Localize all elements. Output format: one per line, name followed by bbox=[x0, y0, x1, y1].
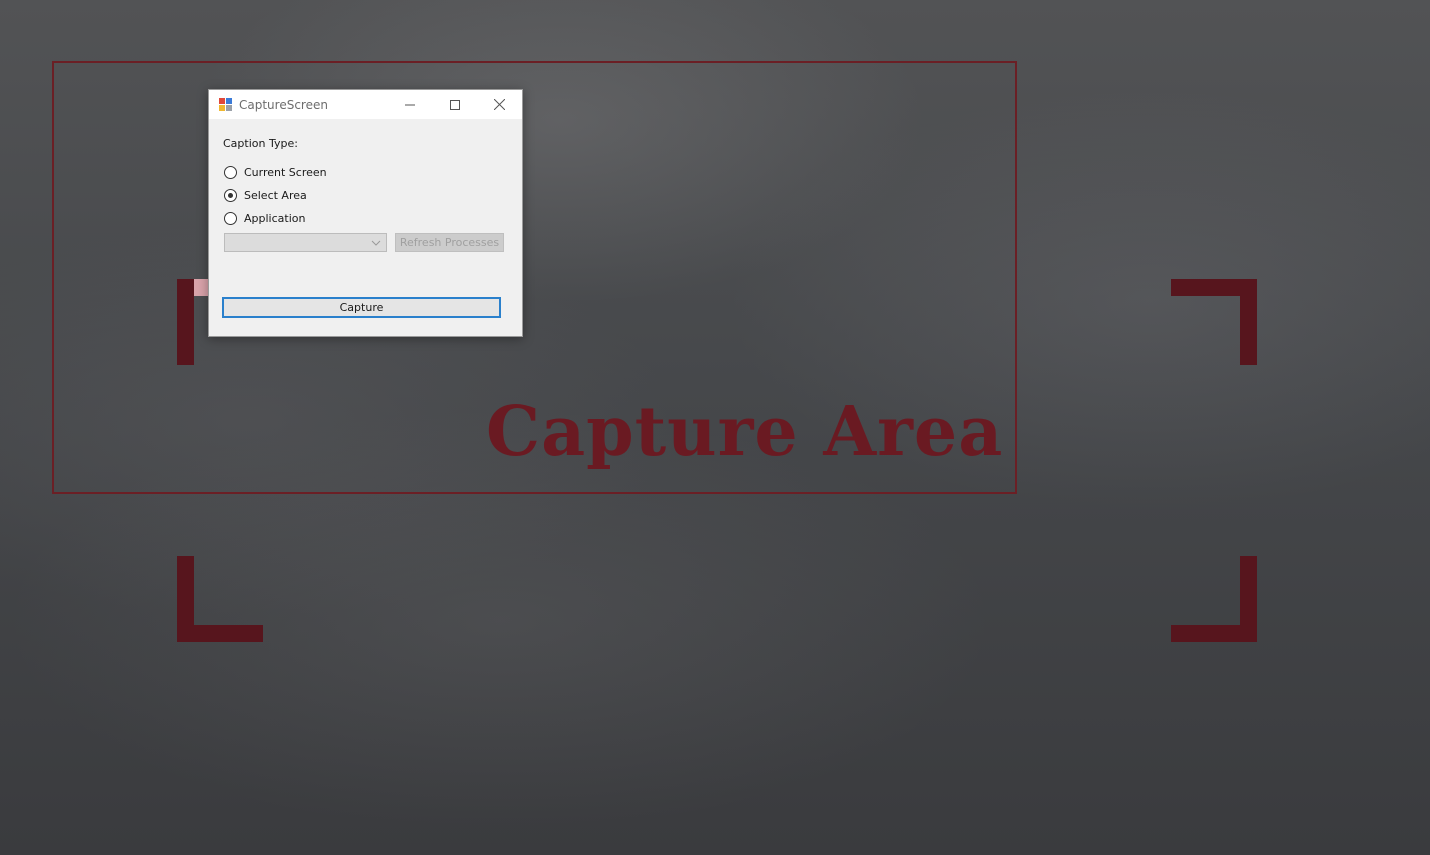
capture-screen-window: CaptureScreen Caption Type: Current Scre… bbox=[208, 89, 523, 337]
radio-label: Application bbox=[244, 212, 306, 225]
close-button[interactable] bbox=[477, 90, 522, 119]
corner-bracket-top-right bbox=[1171, 279, 1257, 365]
caption-type-label: Caption Type: bbox=[223, 137, 298, 150]
window-title: CaptureScreen bbox=[239, 97, 328, 112]
minimize-button[interactable] bbox=[387, 90, 432, 119]
radio-button[interactable] bbox=[224, 212, 237, 225]
refresh-processes-button[interactable]: Refresh Processes bbox=[395, 233, 504, 252]
radio-application[interactable]: Application bbox=[224, 212, 305, 225]
radio-select-area[interactable]: Select Area bbox=[224, 189, 307, 202]
close-icon bbox=[494, 99, 505, 110]
capture-button[interactable]: Capture bbox=[222, 297, 501, 318]
corner-bracket-bottom-right bbox=[1171, 556, 1257, 642]
radio-button[interactable] bbox=[224, 189, 237, 202]
radio-label: Current Screen bbox=[244, 166, 327, 179]
radio-current-screen[interactable]: Current Screen bbox=[224, 166, 327, 179]
radio-button[interactable] bbox=[224, 166, 237, 179]
process-select[interactable] bbox=[224, 233, 387, 252]
chevron-down-icon bbox=[371, 240, 381, 246]
maximize-icon bbox=[449, 99, 460, 110]
title-bar[interactable]: CaptureScreen bbox=[209, 90, 522, 119]
window-client-area: Caption Type: Current Screen Select Area… bbox=[209, 119, 522, 336]
maximize-button[interactable] bbox=[432, 90, 477, 119]
radio-label: Select Area bbox=[244, 189, 307, 202]
capture-area-heading: Capture Area bbox=[486, 392, 1004, 472]
minimize-icon bbox=[404, 104, 415, 105]
corner-bracket-bottom-left bbox=[177, 556, 263, 642]
app-icon bbox=[219, 98, 232, 111]
